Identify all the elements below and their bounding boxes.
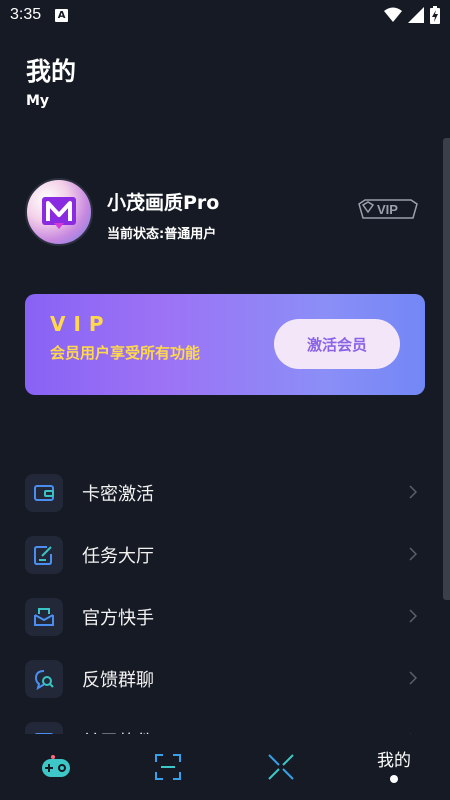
nav-tab-mine[interactable]: 我的 [338, 734, 450, 800]
cross-tools-icon [268, 754, 294, 780]
nav-tab-mine-label: 我的 [377, 751, 411, 771]
vip-badge-label: VIP [377, 202, 398, 217]
username: 小茂画质Pro [107, 192, 220, 214]
menu-item-feedback-group[interactable]: 反馈群聊 [25, 648, 425, 710]
scan-icon [155, 754, 181, 780]
activate-vip-button[interactable]: 激活会员 [274, 319, 400, 369]
battery-icon [430, 6, 440, 24]
mailbox-icon [25, 598, 63, 636]
status-bar: 3:35 A [0, 0, 450, 30]
menu-item-task-hall[interactable]: 任务大厅 [25, 524, 425, 586]
menu-item-label: 反馈群聊 [82, 670, 154, 691]
vip-badge: VIP [357, 198, 419, 224]
status-indicators [384, 6, 440, 24]
profile-section: 小茂画质Pro 当前状态:普通用户 VIP [25, 176, 425, 246]
nav-tab-games[interactable] [0, 734, 112, 800]
page-subtitle: My [26, 93, 50, 109]
page-title: 我的 [26, 57, 77, 86]
nav-tab-scan[interactable] [112, 734, 224, 800]
scrollbar[interactable] [443, 138, 450, 600]
status-time: 3:35 [10, 6, 42, 23]
app-logo-icon [42, 197, 76, 229]
signal-icon [408, 7, 424, 23]
vip-card-description: 会员用户享受所有功能 [50, 344, 201, 362]
notification-icon: A [55, 8, 69, 22]
chat-search-icon [25, 660, 63, 698]
nav-tab-tools[interactable] [225, 734, 337, 800]
avatar[interactable] [25, 178, 93, 246]
menu-item-card-activation[interactable]: 卡密激活 [25, 462, 425, 524]
chevron-right-icon [409, 671, 417, 685]
wifi-icon [384, 7, 402, 22]
vip-card: VIP 会员用户享受所有功能 激活会员 [25, 294, 425, 395]
gamepad-icon [42, 755, 70, 777]
wallet-icon [25, 474, 63, 512]
bottom-nav: 我的 [0, 734, 450, 800]
chevron-right-icon [409, 609, 417, 623]
task-edit-icon [25, 536, 63, 574]
menu-item-label: 官方快手 [82, 608, 154, 629]
diamond-icon [361, 201, 375, 214]
chevron-right-icon [409, 547, 417, 561]
active-indicator [390, 775, 398, 783]
menu-item-label: 任务大厅 [82, 546, 154, 567]
menu-item-label: 卡密激活 [82, 484, 154, 505]
chevron-right-icon [409, 485, 417, 499]
vip-card-title: VIP [50, 312, 112, 336]
menu-list: 卡密激活 任务大厅 官方快手 反馈群聊 [25, 462, 425, 772]
user-status: 当前状态:普通用户 [107, 227, 217, 242]
menu-item-official-kuaishou[interactable]: 官方快手 [25, 586, 425, 648]
